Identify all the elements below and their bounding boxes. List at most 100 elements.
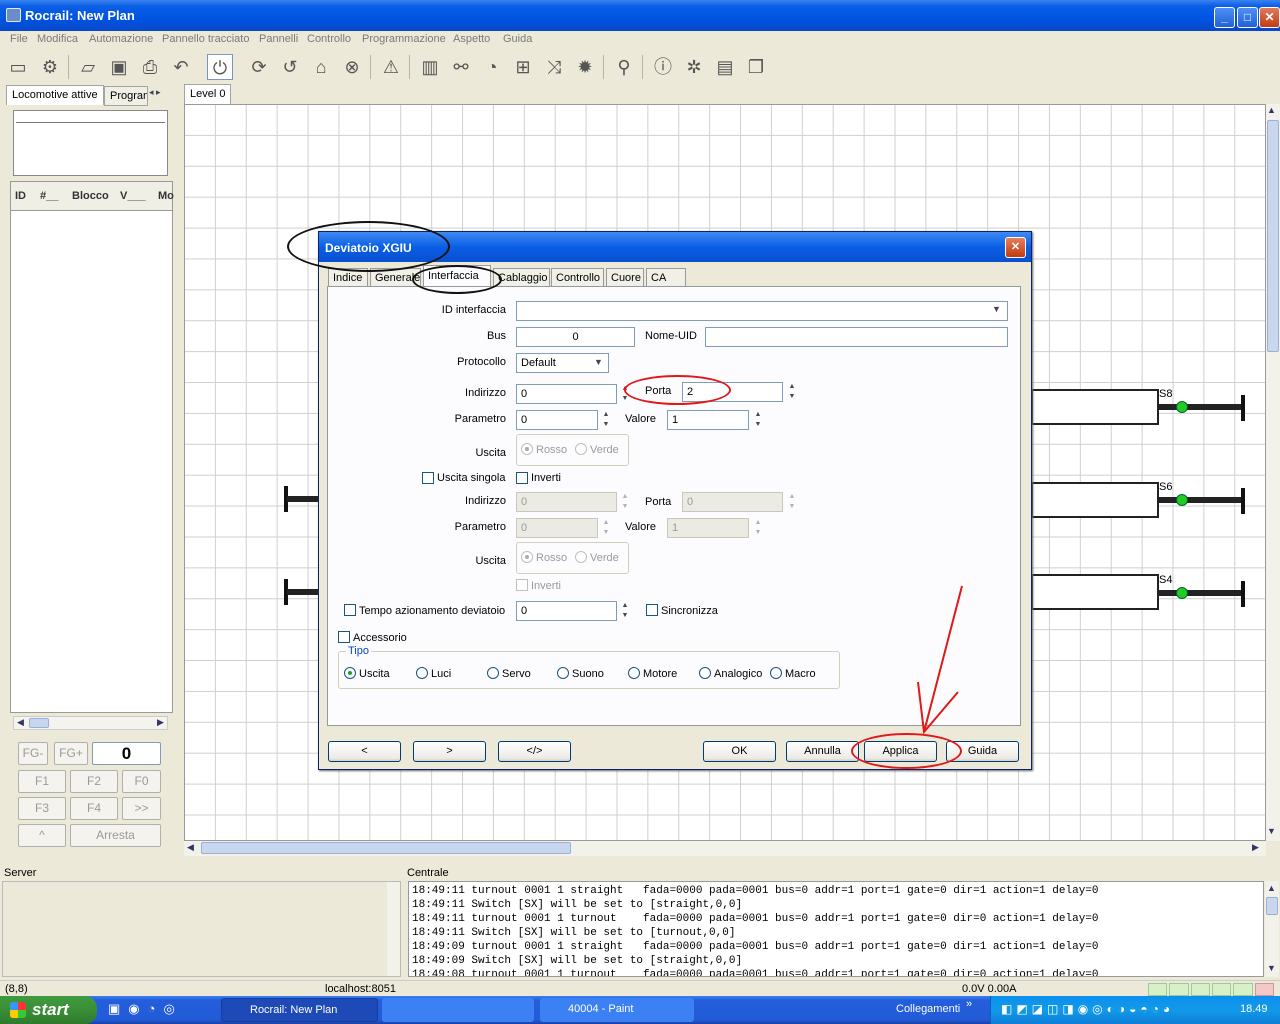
indirizzo2-input[interactable]: 0 <box>516 492 617 512</box>
column-blocco[interactable]: Blocco <box>72 190 109 202</box>
menu-aspetto[interactable]: Aspetto <box>453 33 490 45</box>
menu-file[interactable]: File <box>10 33 28 45</box>
maximize-button[interactable]: □ <box>1237 7 1258 28</box>
xml-button[interactable]: </> <box>498 741 571 762</box>
f4-button[interactable]: F4 <box>70 797 118 820</box>
menu-pannelli[interactable]: Pannelli <box>259 33 298 45</box>
canvas-vertical-scrollbar[interactable]: ▲ ▼ <box>1266 104 1280 841</box>
speedometer-icon[interactable]: ◔ <box>479 54 505 80</box>
home-icon[interactable]: ⌂ <box>308 54 334 80</box>
tipo-luci-radio[interactable] <box>416 667 428 679</box>
bug-icon[interactable]: ✲ <box>681 54 707 80</box>
collegamenti-toolbar[interactable]: Collegamenti <box>896 1003 960 1015</box>
signal-s6-green[interactable] <box>1176 494 1188 506</box>
undo-icon[interactable]: ↶ <box>168 54 194 80</box>
inverti-checkbox[interactable] <box>516 472 528 484</box>
f0-button[interactable]: F0 <box>122 770 161 793</box>
track-segment[interactable] <box>1159 404 1243 410</box>
verde-radio[interactable] <box>575 443 587 455</box>
valore-input[interactable]: 1 <box>667 410 749 430</box>
indirizzo-input[interactable]: 0 <box>516 384 617 404</box>
document-icon[interactable]: ▤ <box>712 54 738 80</box>
centrale-log[interactable]: 18:49:11 turnout 0001 1 straight fada=00… <box>408 881 1264 977</box>
tipo-analogico-radio[interactable] <box>699 667 711 679</box>
track-segment[interactable] <box>1159 590 1243 596</box>
tempo-stepper[interactable]: ▲ ▼ <box>619 601 631 621</box>
ok-button[interactable]: OK <box>703 741 776 762</box>
documents-icon[interactable]: ❐ <box>743 54 769 80</box>
toolbar-expand-icon[interactable]: » <box>966 998 972 1010</box>
previous-button[interactable]: < <box>328 741 401 762</box>
sincronizza-checkbox[interactable] <box>646 604 658 616</box>
nome-uid-input[interactable] <box>705 327 1008 347</box>
accessorio-checkbox[interactable] <box>338 631 350 643</box>
tempo-input[interactable]: 0 <box>516 601 617 621</box>
fg-minus-button[interactable]: FG- <box>18 742 48 765</box>
annulla-button[interactable]: Annulla <box>786 741 859 762</box>
id-interfaccia-select[interactable] <box>516 301 1008 321</box>
menu-pannello-tracciato[interactable]: Pannello tracciato <box>162 33 249 45</box>
parametro2-stepper[interactable]: ▲ ▼ <box>600 518 612 538</box>
reset-icon[interactable]: ↺ <box>277 54 303 80</box>
f2-button[interactable]: F2 <box>70 770 118 793</box>
power-icon[interactable]: ⏻ <box>207 54 233 80</box>
f1-button[interactable]: F1 <box>18 770 66 793</box>
dialog-close-button[interactable]: ✕ <box>1005 237 1026 258</box>
rosso-radio[interactable] <box>521 443 533 455</box>
valore2-input[interactable]: 1 <box>667 518 749 538</box>
warning-icon[interactable]: ⚠ <box>378 54 404 80</box>
tab-scroll-arrows-icon[interactable]: ◂ ▸ <box>149 87 161 98</box>
connect-icon[interactable]: ▭ <box>5 54 31 80</box>
track-segment[interactable] <box>1159 497 1243 503</box>
tipo-motore-radio[interactable] <box>628 667 640 679</box>
tab-locomotive-attive[interactable]: Locomotive attive <box>6 85 104 105</box>
task-console[interactable] <box>382 998 534 1022</box>
centrale-log-scrollbar[interactable]: ▲ ▼ <box>1265 881 1279 977</box>
direction-button[interactable]: ^ <box>18 824 66 847</box>
block-s8[interactable] <box>1031 389 1159 425</box>
indirizzo2-stepper[interactable]: ▲ ▼ <box>619 492 631 512</box>
shuffle-icon[interactable]: ⤨ <box>541 54 567 80</box>
tab-controllo[interactable]: Controllo <box>551 268 604 287</box>
menu-modifica[interactable]: Modifica <box>37 33 78 45</box>
refresh-icon[interactable]: ⟳ <box>246 54 272 80</box>
table-hscroll[interactable]: ◀ ▶ <box>13 716 168 730</box>
track-segment[interactable] <box>287 589 321 595</box>
print-icon[interactable]: ⎙ <box>137 54 163 80</box>
parametro-input[interactable]: 0 <box>516 410 598 430</box>
inverti2-checkbox[interactable] <box>516 579 528 591</box>
save-icon[interactable]: ▣ <box>106 54 132 80</box>
open-folder-icon[interactable]: ▱ <box>75 54 101 80</box>
next-button[interactable]: > <box>413 741 486 762</box>
menu-guida[interactable]: Guida <box>503 33 532 45</box>
search-icon[interactable]: ⚲ <box>611 54 637 80</box>
tray-icons[interactable]: ◧◩◪◫◨◉◎◐◑◒◓◔◕ <box>1001 1002 1174 1016</box>
tipo-suono-radio[interactable] <box>557 667 569 679</box>
tempo-checkbox[interactable] <box>344 604 356 616</box>
rosso2-radio[interactable] <box>521 551 533 563</box>
signal-s8-green[interactable] <box>1176 401 1188 413</box>
locomotive-table[interactable]: ID #__ Blocco V___ Mo <box>10 181 174 713</box>
fg-plus-button[interactable]: FG+ <box>54 742 88 765</box>
server-log-scrollbar[interactable] <box>387 882 400 976</box>
bus-input[interactable]: 0 <box>516 327 635 347</box>
valore2-stepper[interactable]: ▲ ▼ <box>752 518 764 538</box>
porta2-stepper[interactable]: ▲ ▼ <box>786 492 798 512</box>
arresta-button[interactable]: Arresta <box>70 824 161 847</box>
menu-controllo[interactable]: Controllo <box>307 33 351 45</box>
column-number[interactable]: #__ <box>40 190 58 202</box>
block-s4[interactable] <box>1031 574 1159 610</box>
close-window-button[interactable]: ✕ <box>1259 7 1280 28</box>
tipo-macro-radio[interactable] <box>770 667 782 679</box>
quicklaunch-icons[interactable]: ▣◉◔◎ <box>108 1001 183 1017</box>
locomotive-icon[interactable]: ▥ <box>417 54 443 80</box>
light-icon[interactable]: ✹ <box>572 54 598 80</box>
info-icon[interactable]: ⓘ <box>650 54 676 80</box>
signal-s4-green[interactable] <box>1176 587 1188 599</box>
stop-icon[interactable]: ⊗ <box>339 54 365 80</box>
menu-automazione[interactable]: Automazione <box>89 33 153 45</box>
parametro-stepper[interactable]: ▲ ▼ <box>600 410 612 430</box>
parametro2-input[interactable]: 0 <box>516 518 598 538</box>
track-segment[interactable] <box>287 496 321 502</box>
valore-stepper[interactable]: ▲ ▼ <box>752 410 764 430</box>
